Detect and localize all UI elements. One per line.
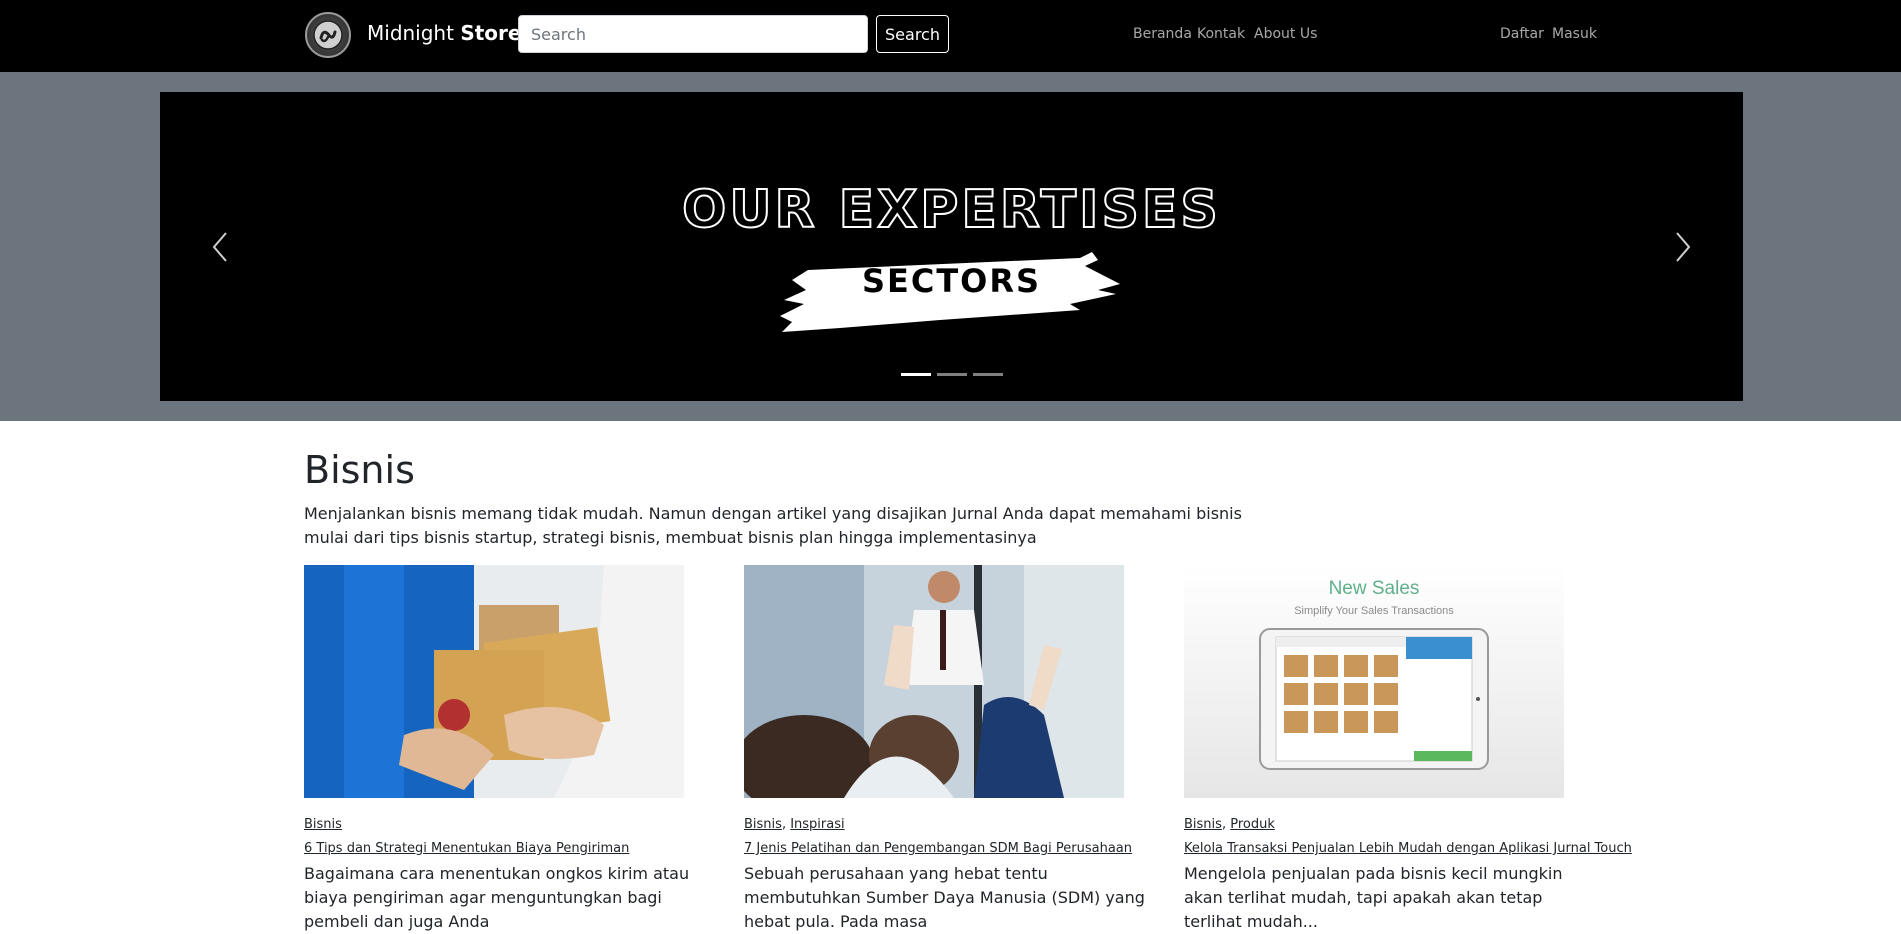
chevron-left-icon — [212, 231, 227, 262]
article-title-link[interactable]: 7 Jenis Pelatihan dan Pengembangan SDM B… — [744, 840, 1164, 858]
slide-title: OUR EXPERTISES — [681, 179, 1221, 241]
article-excerpt: Mengelola penjualan pada bisnis kecil mu… — [1184, 864, 1563, 931]
carousel-next-button[interactable] — [1623, 92, 1743, 401]
section-description: Menjalankan bisnis memang tidak mudah. N… — [304, 504, 1242, 547]
nav-link-kontak[interactable]: Kontak — [1197, 26, 1245, 43]
image-heading: New Sales — [1328, 578, 1420, 599]
nav-link-about-us[interactable]: About Us — [1254, 26, 1317, 43]
article-image-delivery[interactable] — [304, 565, 684, 798]
hero-carousel: OUR EXPERTISES SECTORS — [160, 92, 1743, 401]
article-card: Bisnis, Inspirasi 7 Jenis Pelatihan dan … — [744, 565, 1164, 934]
article-card: Bisnis 6 Tips dan Strategi Menentukan Bi… — [304, 565, 724, 934]
category-link[interactable]: Produk — [1230, 817, 1275, 832]
carousel-indicator[interactable] — [936, 373, 967, 376]
nav-link-masuk[interactable]: Masuk — [1552, 26, 1597, 43]
article-title-link[interactable]: 6 Tips dan Strategi Menentukan Biaya Pen… — [304, 840, 724, 858]
article-image-training[interactable] — [744, 565, 1124, 798]
article-image-jurnal-touch[interactable]: New Sales Simplify Your Sales Transactio… — [1184, 565, 1564, 798]
carousel-indicator[interactable] — [900, 373, 931, 376]
slide-subtitle: SECTORS — [861, 262, 1042, 300]
carousel-indicators — [160, 373, 1743, 376]
navbar: Midnight Store Search Beranda Kontak Abo… — [0, 0, 1901, 72]
carousel-prev-button[interactable] — [160, 92, 280, 401]
article-title-link[interactable]: Kelola Transaksi Penjualan Lebih Mudah d… — [1184, 840, 1632, 858]
article-excerpt: Sebuah perusahaan yang hebat tentu membu… — [744, 864, 1145, 931]
brand-name[interactable]: Midnight Store — [367, 20, 521, 46]
category-link[interactable]: Inspirasi — [790, 817, 844, 832]
article-excerpt: Bagaimana cara menentukan ongkos kirim a… — [304, 864, 690, 931]
image-subheading: Simplify Your Sales Transactions — [1294, 605, 1454, 617]
carousel-indicator[interactable] — [972, 373, 1003, 376]
article-card: New Sales Simplify Your Sales Transactio… — [1184, 565, 1632, 934]
category-link[interactable]: Bisnis — [304, 817, 342, 832]
nav-link-beranda[interactable]: Beranda — [1133, 26, 1192, 43]
article-categories: Bisnis, Produk — [1184, 817, 1275, 832]
chevron-right-icon — [1676, 231, 1691, 262]
article-categories: Bisnis, Inspirasi — [744, 817, 845, 832]
nav-link-daftar[interactable]: Daftar — [1500, 26, 1544, 43]
brand-logo-icon[interactable] — [305, 12, 351, 58]
category-link[interactable]: Bisnis — [1184, 817, 1222, 832]
search-input[interactable] — [518, 15, 868, 53]
category-link[interactable]: Bisnis — [744, 817, 782, 832]
search-button[interactable]: Search — [876, 15, 949, 53]
article-categories: Bisnis — [304, 816, 724, 834]
section-title: Bisnis — [304, 448, 415, 492]
